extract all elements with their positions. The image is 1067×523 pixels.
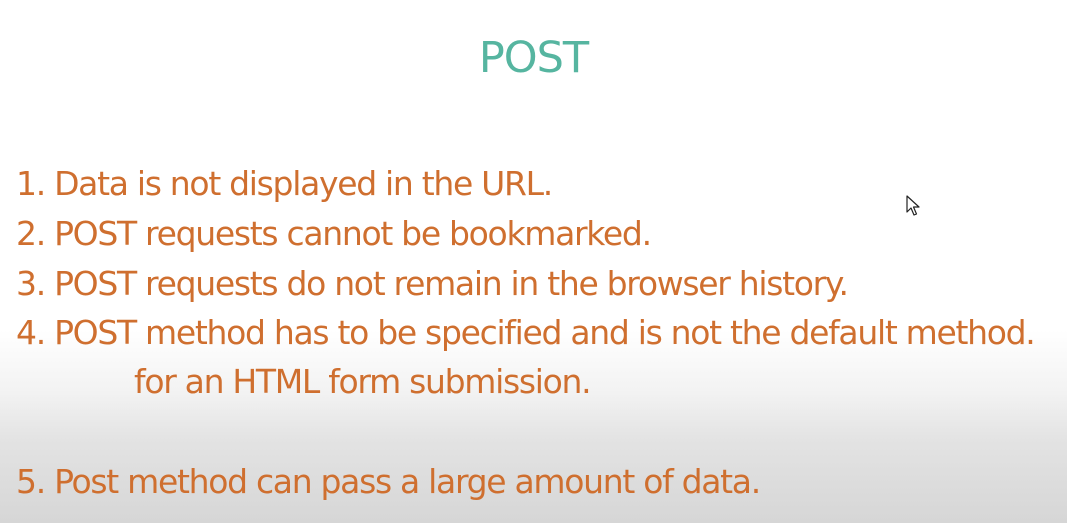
slide-title: POST (478, 33, 589, 83)
point-4-continuation: for an HTML form submission. (134, 362, 592, 401)
point-5: 5. Post method can pass a large amount o… (16, 462, 761, 501)
point-2: 2. POST requests cannot be bookmarked. (16, 214, 652, 253)
point-1: 1. Data is not displayed in the URL. (16, 164, 553, 203)
presentation-slide: POST 1. Data is not displayed in the URL… (0, 0, 1067, 523)
point-3: 3. POST requests do not remain in the br… (16, 264, 849, 303)
point-4: 4. POST method has to be specified and i… (16, 313, 1036, 352)
mouse-pointer-icon (906, 195, 920, 216)
